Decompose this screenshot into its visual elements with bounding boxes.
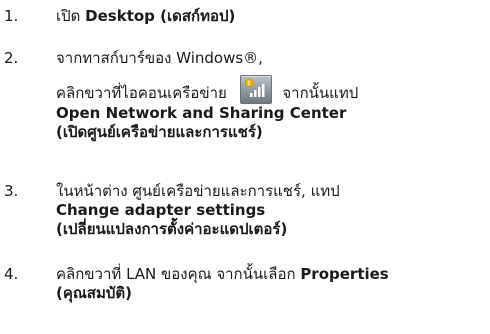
step-text-plain: จากนั้นแทป [277, 84, 359, 102]
step-text: ในหน้าต่าง ศูนย์เครือข่ายและการแชร์, แทป… [56, 182, 484, 239]
step-text-bold: Properties [300, 265, 389, 283]
step-number: 1. [4, 7, 19, 25]
instructions-list: 1. เปิด Desktop (เดสก์ทอป) 2. จากทาสก์บา… [0, 0, 490, 334]
step-text-bold: Desktop (เดสก์ทอป) [85, 7, 236, 25]
step-text: จากทาสก์บาร์ของ Windows®, คลิกขวาที่ไอคอ… [56, 49, 484, 142]
step-text-bold: (เปิดศูนย์เครือข่ายและการแชร์) [56, 123, 263, 141]
step-text-plain: เปิด [56, 7, 86, 25]
step-text-line: จากทาสก์บาร์ของ Windows®, [56, 49, 263, 67]
step-text-bold: Open Network and Sharing Center [56, 104, 347, 122]
step-text: เปิด Desktop (เดสก์ทอป) [56, 7, 484, 26]
step-number: 4. [4, 265, 19, 283]
step-text-line: คลิกขวาที่ LAN ของคุณ จากนั้นเลือก Prope… [56, 265, 484, 284]
step-text-line: คลิกขวาที่ไอคอนเครือข่าย จากนั้นแทป [56, 75, 484, 104]
step-text-plain: คลิกขวาที่ไอคอนเครือข่าย [56, 84, 232, 102]
step-text-bold: (คุณสมบัติ) [56, 284, 132, 302]
step-number: 2. [4, 49, 19, 67]
step-number: 3. [4, 182, 19, 200]
step-text-bold: Change adapter settings [56, 201, 266, 219]
step-text: คลิกขวาที่ LAN ของคุณ จากนั้นเลือก Prope… [56, 265, 484, 303]
network-icon [239, 75, 272, 104]
step-text-line: ในหน้าต่าง ศูนย์เครือข่ายและการแชร์, แทป [56, 182, 340, 200]
step-text-plain: คลิกขวาที่ LAN ของคุณ จากนั้นเลือก [56, 265, 301, 283]
step-text-bold: (เปลี่ยนแปลงการตั้งค่าอะแดปเตอร์) [56, 220, 288, 238]
